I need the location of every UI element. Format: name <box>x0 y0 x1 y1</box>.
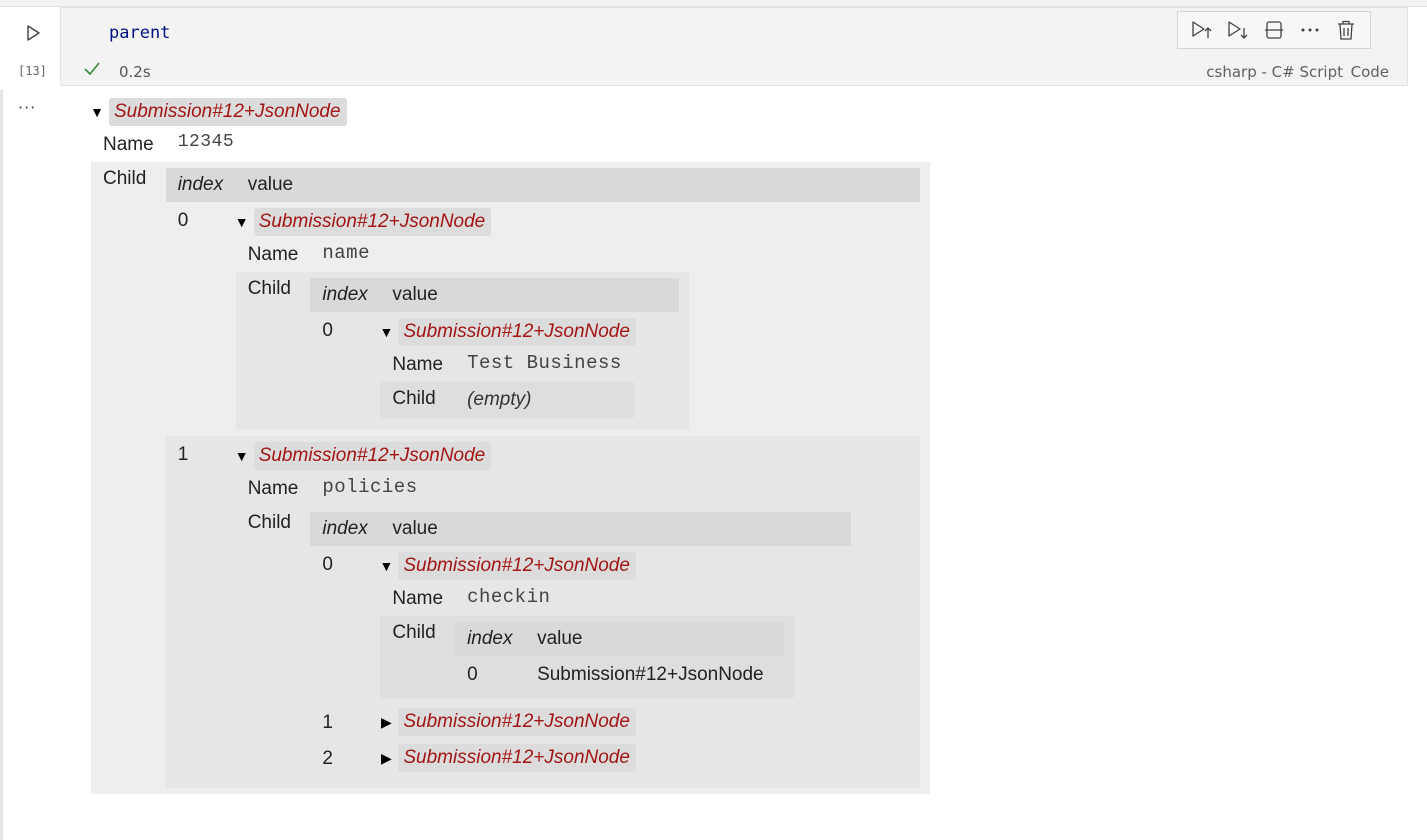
node-type-title: Submission#12+JsonNode <box>109 98 347 126</box>
expanded-triangle-icon[interactable]: ▼ <box>234 448 250 464</box>
property-name-value: 12345 <box>177 132 235 152</box>
cell-focus-bar <box>0 90 3 840</box>
expanded-triangle-icon[interactable]: ▼ <box>378 558 394 574</box>
property-name-value: checkin <box>467 586 551 608</box>
property-name-value: policies <box>322 476 418 498</box>
value-column-header: value <box>525 622 785 656</box>
value-column-header: value <box>380 512 852 546</box>
property-child-value: index value 0 Submission#12+JsonNode <box>455 616 794 698</box>
property-name-value: name <box>322 242 370 264</box>
row-index: 0 <box>467 664 478 685</box>
index-column-header: index <box>455 622 526 656</box>
execute-below-icon <box>1228 21 1248 39</box>
property-child-label: Child <box>392 622 436 643</box>
language-picker[interactable]: csharp - C# Script <box>1206 63 1343 81</box>
table-row: 0 ▼ Submission#12+JsonNode Name name Chi… <box>166 202 920 436</box>
children-table: index value 0 ▼ Submission#12+JsonNode N… <box>165 168 920 788</box>
children-table: index value 0 Submission#12+JsonNode <box>455 622 785 692</box>
execute-above-button[interactable] <box>1190 18 1214 42</box>
code-line[interactable]: parent <box>109 23 170 43</box>
property-child-empty: (empty) <box>467 389 532 410</box>
node-properties: Name checkin Child index value 0 Submiss… <box>380 582 795 698</box>
split-cell-icon <box>1265 21 1283 39</box>
property-name-label: Name <box>392 588 444 609</box>
property-name-label: Name <box>247 478 299 499</box>
execution-time: 0.2s <box>119 63 151 81</box>
property-child-label: Child <box>247 278 291 299</box>
node-type-title: Submission#12+JsonNode <box>398 552 636 580</box>
node-header[interactable]: ▼ Submission#12+JsonNode <box>234 440 920 472</box>
cell-output: ▼ Submission#12+JsonNode Name 12345 Chil… <box>89 96 930 794</box>
value-column-header: value <box>380 278 680 312</box>
node-type-title: Submission#12+JsonNode <box>253 208 492 236</box>
delete-cell-button[interactable] <box>1334 18 1358 42</box>
table-row: 0 ▼ Submission#12+JsonNode <box>310 312 679 424</box>
expanded-triangle-icon[interactable]: ▼ <box>89 104 105 120</box>
node-type-title: Submission#12+JsonNode <box>253 442 492 470</box>
node-header[interactable]: ▼ Submission#12+JsonNode <box>378 316 679 348</box>
node-header[interactable]: ▶ Submission#12+JsonNode <box>378 742 851 774</box>
node-header[interactable]: ▼ Submission#12+JsonNode <box>234 206 920 238</box>
row-index: 2 <box>322 748 333 769</box>
execution-count: [13] <box>18 64 47 78</box>
value-column-header: value <box>235 168 920 202</box>
row-index: 1 <box>322 712 333 733</box>
node-header[interactable]: ▶ Submission#12+JsonNode <box>378 706 851 738</box>
property-child-value: index value 0 ▼ Submission#12+JsonNode N… <box>165 162 930 794</box>
property-child-label: Child <box>392 388 436 409</box>
node-header[interactable]: ▼ Submission#12+JsonNode <box>89 96 930 128</box>
children-table: index value 0 ▼ Submission#12+JsonNode N… <box>310 512 852 776</box>
cell-kind-label[interactable]: Code <box>1351 63 1389 81</box>
expanded-triangle-icon[interactable]: ▼ <box>234 214 250 230</box>
property-child-value: index value 0 ▼ Submission#12+JsonNode N… <box>310 506 861 782</box>
execute-above-icon <box>1192 21 1212 38</box>
node-type-title: Submission#12+JsonNode <box>398 708 636 736</box>
output-actions-button[interactable]: ··· <box>18 98 36 117</box>
row-index: 0 <box>322 320 333 341</box>
table-row: 2 ▶ Submission#12+JsonNode <box>310 740 851 776</box>
node-type-title: Submission#12+JsonNode <box>398 744 636 772</box>
collapsed-triangle-icon[interactable]: ▶ <box>378 750 394 767</box>
expanded-triangle-icon[interactable]: ▼ <box>378 324 394 340</box>
children-table: index value 0 ▼ Submission#12+JsonNode N… <box>310 278 680 424</box>
row-index: 0 <box>322 554 333 575</box>
more-icon <box>1301 28 1319 32</box>
node-properties: Name name Child index value 0 ▼ Submissi… <box>235 238 690 430</box>
index-column-header: index <box>310 278 381 312</box>
split-cell-button[interactable] <box>1262 18 1286 42</box>
cell-toolbar <box>1177 11 1371 49</box>
property-name-label: Name <box>392 354 444 375</box>
property-child-label: Child <box>247 512 291 533</box>
node-properties: Name policies Child index value 0 ▼ Subm… <box>235 472 862 782</box>
success-check-icon <box>84 62 100 76</box>
property-child-label: Child <box>103 168 147 189</box>
row-index: 0 <box>177 210 189 231</box>
node-properties: Name 12345 Child index value 0 ▼ Submiss… <box>91 128 930 794</box>
row-index: 1 <box>177 444 189 465</box>
table-row: 1 ▶ Submission#12+JsonNode <box>310 704 852 740</box>
node-type-title: Submission#12+JsonNode <box>398 318 636 346</box>
property-name-value: Test Business <box>467 352 622 374</box>
index-column-header: index <box>165 168 236 202</box>
node-properties: Name Test Business Child (empty) <box>380 348 634 418</box>
property-child-value: index value 0 ▼ Submission#12+JsonNode N… <box>310 272 689 430</box>
play-icon <box>27 25 40 41</box>
table-row: 0 Submission#12+JsonNode <box>455 656 784 692</box>
delete-icon <box>1338 20 1354 40</box>
collapsed-triangle-icon[interactable]: ▶ <box>378 714 394 731</box>
property-name-label: Name <box>247 244 299 265</box>
run-cell-button[interactable] <box>22 22 44 44</box>
top-border <box>0 0 1427 7</box>
table-row: 0 ▼ Submission#12+JsonNode <box>310 546 851 704</box>
execute-below-button[interactable] <box>1226 18 1250 42</box>
index-column-header: index <box>310 512 381 546</box>
node-header[interactable]: ▼ Submission#12+JsonNode <box>378 550 851 582</box>
table-row: 1 ▼ Submission#12+JsonNode Name policies <box>165 436 920 788</box>
more-actions-button[interactable] <box>1298 18 1322 42</box>
property-name-label: Name <box>103 134 154 155</box>
row-value: Submission#12+JsonNode <box>537 664 764 685</box>
